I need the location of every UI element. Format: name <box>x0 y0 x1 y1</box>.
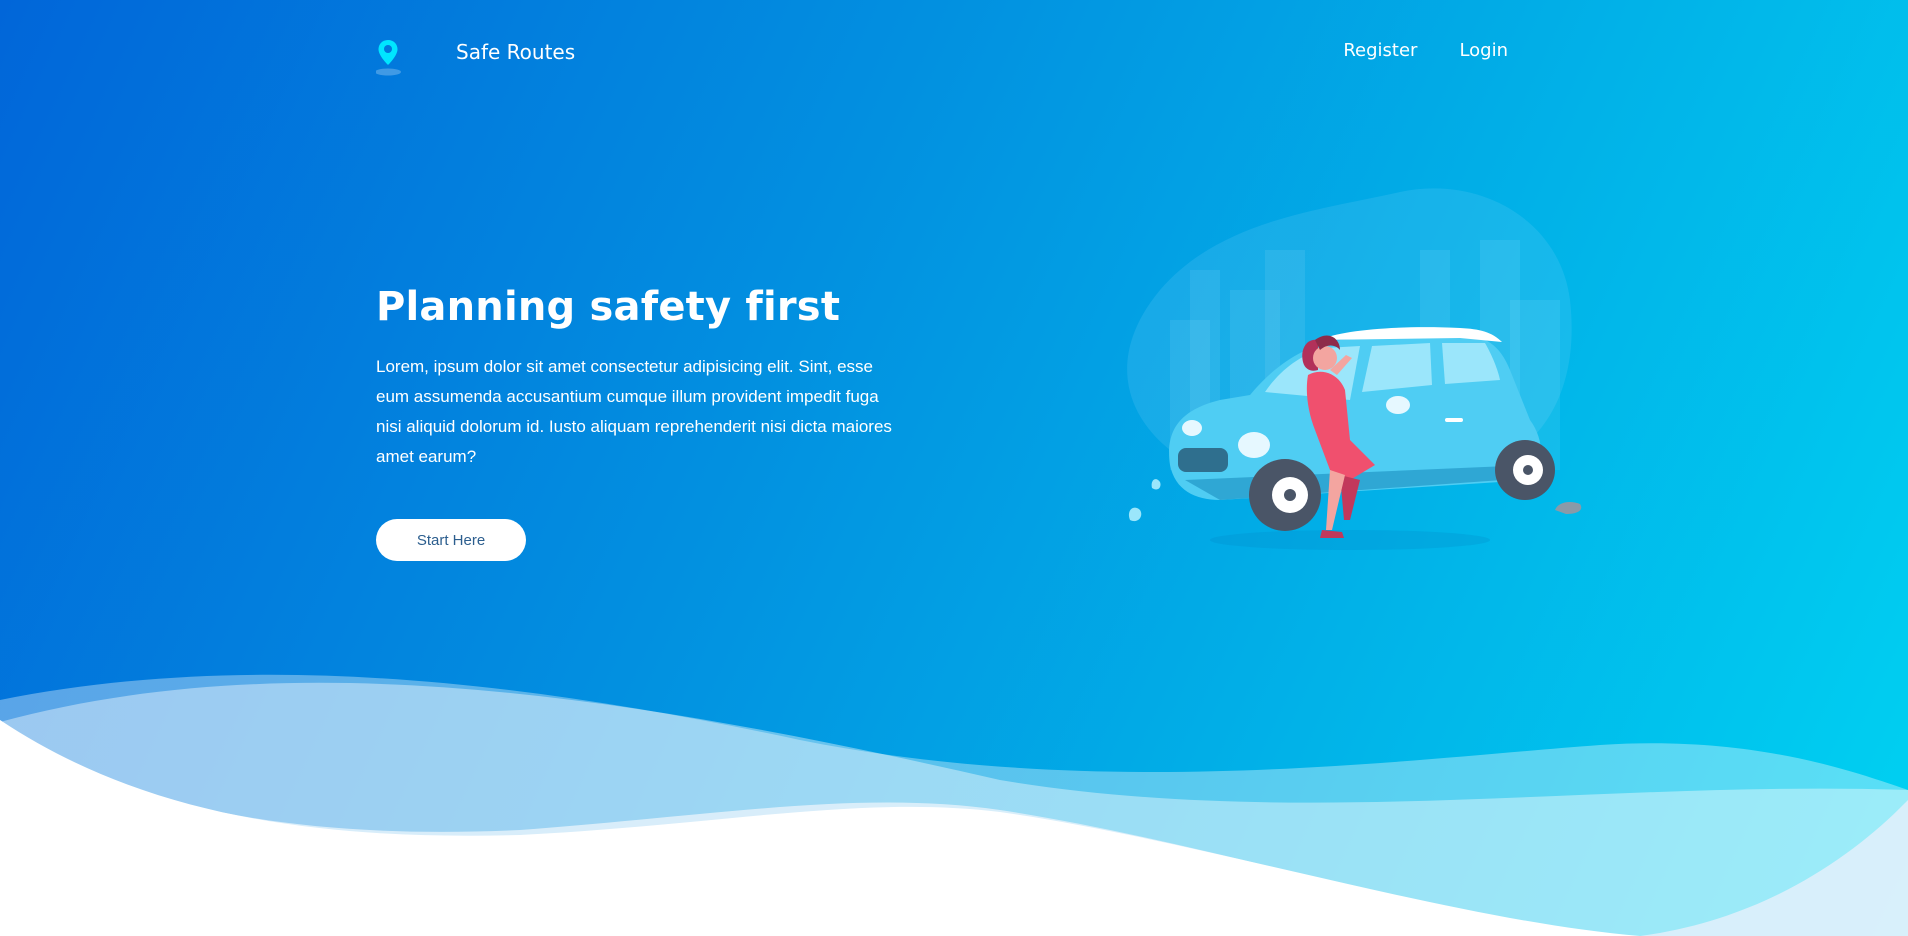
register-link[interactable]: Register <box>1343 40 1417 61</box>
navbar: Safe Routes Register Login <box>376 26 1508 82</box>
hero-title: Planning safety first <box>376 284 841 330</box>
nav-links: Register Login <box>1343 40 1508 61</box>
start-here-button[interactable]: Start Here <box>376 519 526 561</box>
map-pin-icon[interactable] <box>376 38 404 78</box>
car-woman-illustration <box>1127 188 1582 550</box>
brand-name[interactable]: Safe Routes <box>456 40 575 64</box>
login-link[interactable]: Login <box>1459 40 1508 61</box>
wave-background <box>0 674 1908 936</box>
landing-page: Safe Routes Register Login Planning safe… <box>0 0 1908 936</box>
hero-description: Lorem, ipsum dolor sit amet consectetur … <box>376 357 892 466</box>
